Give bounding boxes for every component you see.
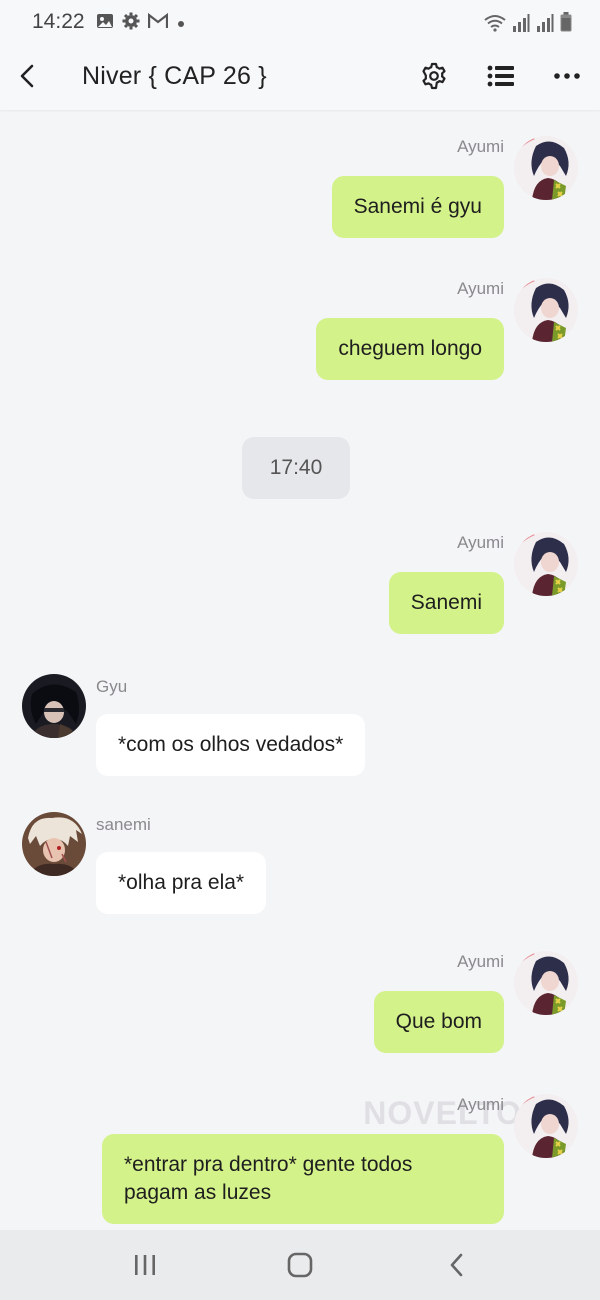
message-outgoing: Ayumi Sanemi é gyu: [0, 132, 600, 244]
back-icon: [450, 1253, 463, 1277]
back-icon: [20, 64, 34, 88]
home-icon: [287, 1252, 313, 1278]
message-incoming: Gyu *com os olhos vedados*: [0, 672, 600, 784]
gear-icon: [122, 12, 140, 30]
recent-apps-icon: [135, 1255, 155, 1275]
more-options-button[interactable]: [547, 58, 587, 94]
sender-name: Gyu: [96, 677, 128, 696]
message-bubble[interactable]: *com os olhos vedados*: [96, 714, 366, 776]
message-outgoing: Ayumi cheguem longo: [0, 274, 600, 386]
avatar-image: [514, 136, 578, 200]
sender-name: Ayumi: [457, 1095, 504, 1114]
system-icons: [484, 12, 572, 32]
avatar[interactable]: [514, 278, 578, 342]
avatar[interactable]: [22, 674, 86, 738]
home-button[interactable]: [280, 1247, 320, 1283]
status-bar: 14:22: [0, 0, 600, 44]
system-back-button[interactable]: [437, 1247, 477, 1283]
more-icon: [554, 73, 580, 79]
system-navigation-bar: [0, 1230, 600, 1300]
gmail-icon: [148, 12, 168, 28]
back-button[interactable]: [10, 58, 46, 94]
chat-header: Niver { CAP 26 }: [0, 44, 600, 110]
sender-name: sanemi: [96, 815, 151, 834]
list-button[interactable]: [481, 58, 521, 94]
image-icon: [97, 14, 113, 28]
avatar-image: [22, 674, 86, 738]
message-bubble[interactable]: Sanemi: [388, 572, 504, 634]
sender-name: Ayumi: [457, 533, 504, 552]
chat-title: Niver { CAP 26 }: [82, 62, 267, 90]
time-separator: 17:40: [242, 437, 350, 499]
message-outgoing: Ayumi Que bom: [0, 947, 600, 1059]
avatar-image: [514, 532, 578, 596]
chat-messages[interactable]: Ayumi Sanemi é gyu Ayumi cheguem longo 1…: [0, 110, 600, 1230]
message-bubble[interactable]: *olha pra ela*: [96, 852, 267, 914]
avatar-image: [514, 1094, 578, 1158]
status-time: 14:22: [32, 10, 85, 33]
avatar-image: [514, 951, 578, 1015]
avatar[interactable]: [514, 532, 578, 596]
notification-icons: [96, 12, 184, 30]
message-incoming: sanemi *olha pra ela*: [0, 810, 600, 922]
battery-icon: [560, 12, 572, 32]
sender-name: Ayumi: [457, 952, 504, 971]
avatar[interactable]: [514, 136, 578, 200]
avatar[interactable]: [514, 951, 578, 1015]
signal-icon: [537, 14, 554, 32]
recent-apps-button[interactable]: [125, 1247, 165, 1283]
settings-button[interactable]: [414, 58, 454, 94]
message-bubble[interactable]: Sanemi é gyu: [331, 176, 504, 238]
avatar[interactable]: [514, 1094, 578, 1158]
message-outgoing: Ayumi Sanemi: [0, 528, 600, 640]
sender-name: Ayumi: [457, 137, 504, 156]
avatar-image: [514, 278, 578, 342]
message-bubble[interactable]: Que bom: [373, 991, 504, 1053]
sender-name: Ayumi: [457, 279, 504, 298]
avatar-image: [22, 812, 86, 876]
list-icon: [487, 65, 514, 87]
dot-icon: [178, 21, 184, 27]
message-bubble[interactable]: *entrar pra dentro* gente todos pagam as…: [102, 1134, 504, 1224]
message-outgoing: Ayumi *entrar pra dentro* gente todos pa…: [0, 1090, 600, 1230]
signal-icon: [513, 14, 530, 32]
gear-icon: [422, 62, 446, 90]
wifi-icon: [484, 15, 506, 32]
message-bubble[interactable]: cheguem longo: [316, 318, 504, 380]
avatar[interactable]: [22, 812, 86, 876]
